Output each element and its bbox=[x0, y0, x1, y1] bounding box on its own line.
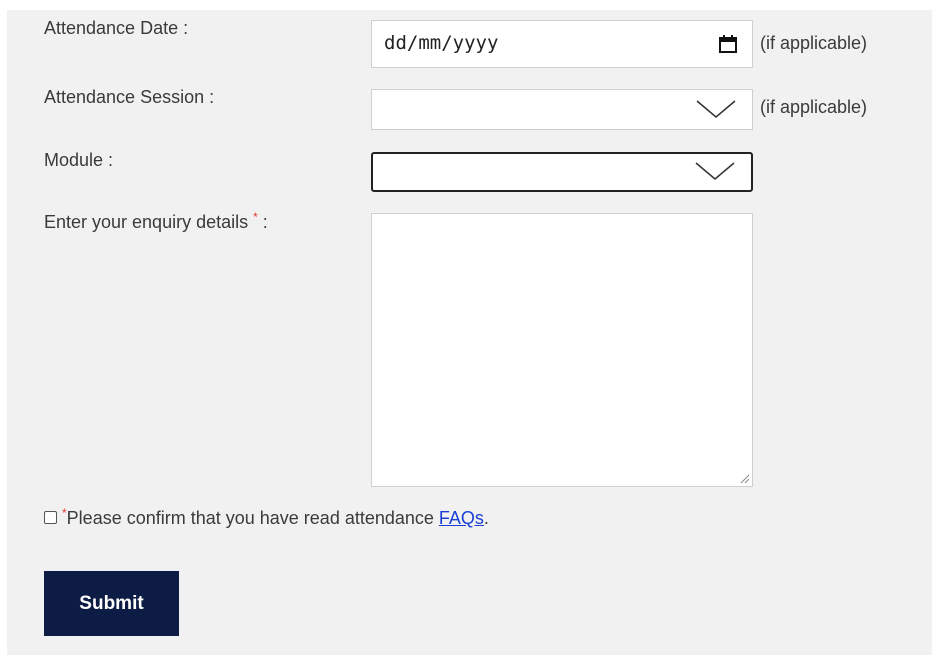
enquiry-textarea[interactable] bbox=[371, 213, 753, 487]
chevron-down-icon bbox=[695, 162, 735, 180]
module-label: Module : bbox=[44, 150, 114, 170]
enquiry-label-suffix: : bbox=[257, 212, 268, 232]
enquiry-form: Attendance Date : dd/mm/yyyy (if applica… bbox=[7, 10, 932, 655]
confirm-row: *Please confirm that you have read atten… bbox=[44, 506, 489, 529]
attendance-date-hint: (if applicable) bbox=[760, 33, 868, 53]
enquiry-label: Enter your enquiry details * : bbox=[44, 210, 268, 233]
attendance-date-label: Attendance Date : bbox=[44, 18, 189, 38]
attendance-session-select[interactable] bbox=[371, 89, 753, 130]
faqs-link[interactable]: FAQs bbox=[439, 508, 484, 528]
resize-handle-icon[interactable] bbox=[740, 474, 750, 484]
enquiry-label-text: Enter your enquiry details bbox=[44, 212, 249, 232]
calendar-icon[interactable] bbox=[718, 34, 738, 54]
attendance-session-hint: (if applicable) bbox=[760, 97, 868, 117]
confirm-suffix: . bbox=[483, 508, 489, 528]
module-select[interactable] bbox=[371, 152, 753, 192]
attendance-date-input[interactable]: dd/mm/yyyy bbox=[371, 20, 753, 68]
confirm-checkbox[interactable] bbox=[44, 510, 57, 524]
required-mark: * bbox=[62, 506, 67, 520]
required-mark: * bbox=[253, 210, 258, 224]
attendance-session-label: Attendance Session : bbox=[44, 87, 215, 107]
attendance-date-value: dd/mm/yyyy bbox=[384, 32, 499, 54]
submit-button[interactable]: Submit bbox=[44, 571, 179, 636]
confirm-text: Please confirm that you have read attend… bbox=[66, 508, 439, 528]
chevron-down-icon bbox=[696, 100, 736, 118]
